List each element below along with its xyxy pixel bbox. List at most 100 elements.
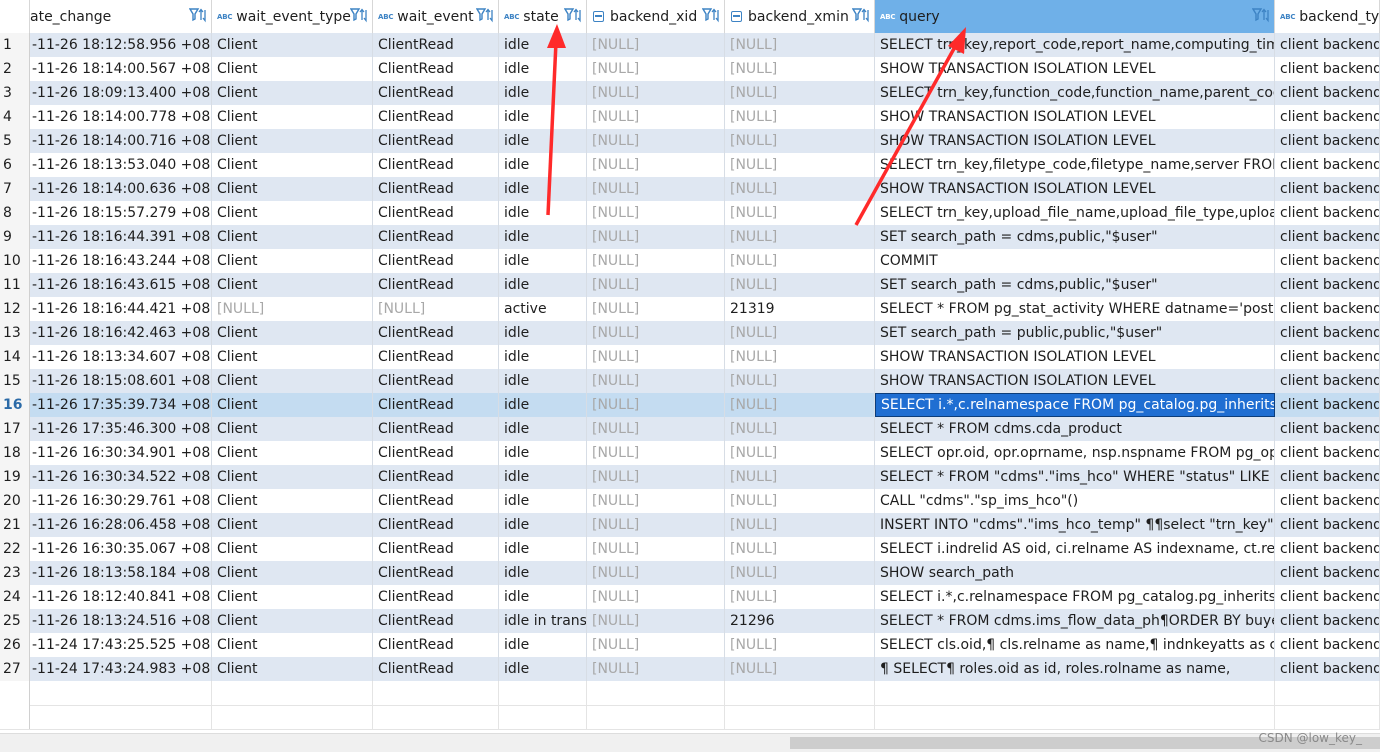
cell-ate-change[interactable]: -11-26 18:12:40.841 +0800 xyxy=(30,585,212,609)
filter-sort-icon[interactable] xyxy=(475,7,494,23)
corner-cell[interactable] xyxy=(0,0,30,33)
row-number[interactable]: 25 xyxy=(0,609,30,633)
cell-ate-change[interactable]: -11-26 18:12:58.956 +0800 xyxy=(30,33,212,57)
row-number[interactable]: 6 xyxy=(0,153,30,177)
cell-query[interactable]: SELECT trn_key,report_code,report_name,c… xyxy=(875,33,1275,57)
cell-wait-event-type[interactable]: Client xyxy=(212,633,373,657)
cell-wait-event[interactable]: [NULL] xyxy=(373,297,499,321)
cell-state[interactable]: idle xyxy=(499,585,587,609)
cell-wait-event-type[interactable]: Client xyxy=(212,585,373,609)
cell-query[interactable]: SHOW search_path xyxy=(875,561,1275,585)
cell-ate-change[interactable]: -11-26 16:30:29.761 +0800 xyxy=(30,489,212,513)
cell-wait-event[interactable]: ClientRead xyxy=(373,33,499,57)
cell-wait-event[interactable]: ClientRead xyxy=(373,345,499,369)
cell-backend-xmin[interactable]: [NULL] xyxy=(725,513,875,537)
cell-backend-xid[interactable]: [NULL] xyxy=(587,129,725,153)
cell-backend-xmin[interactable]: [NULL] xyxy=(725,441,875,465)
cell-wait-event-type[interactable]: Client xyxy=(212,273,373,297)
cell-ate-change[interactable]: -11-26 18:16:44.391 +0800 xyxy=(30,225,212,249)
cell-backend-typ[interactable]: client backend xyxy=(1275,609,1380,633)
cell-wait-event-type[interactable]: Client xyxy=(212,417,373,441)
cell-backend-xmin[interactable]: [NULL] xyxy=(725,633,875,657)
cell-ate-change[interactable]: -11-26 18:13:34.607 +0800 xyxy=(30,345,212,369)
cell-backend-typ[interactable]: client backend xyxy=(1275,81,1380,105)
table-row[interactable]: -11-26 18:16:44.391 +0800 Client ClientRea… xyxy=(30,225,1380,249)
cell-backend-xid[interactable]: [NULL] xyxy=(587,345,725,369)
cell-wait-event-type[interactable]: Client xyxy=(212,57,373,81)
cell-backend-xid[interactable]: [NULL] xyxy=(587,417,725,441)
cell-backend-xid[interactable]: [NULL] xyxy=(587,297,725,321)
cell-wait-event-type[interactable]: Client xyxy=(212,81,373,105)
table-row[interactable]: -11-26 17:35:39.734 +0800 Client ClientRea… xyxy=(30,393,1380,417)
row-number[interactable]: 23 xyxy=(0,561,30,585)
cell-wait-event-type[interactable]: Client xyxy=(212,129,373,153)
cell-wait-event-type[interactable]: Client xyxy=(212,489,373,513)
cell-query[interactable]: SELECT trn_key,filetype_code,filetype_na… xyxy=(875,153,1275,177)
cell-backend-xmin[interactable]: [NULL] xyxy=(725,321,875,345)
cell-wait-event[interactable]: ClientRead xyxy=(373,81,499,105)
column-header-wait-event-type[interactable]: ABC wait_event_type xyxy=(212,0,373,33)
cell-wait-event-type[interactable]: Client xyxy=(212,561,373,585)
cell-backend-xid[interactable]: [NULL] xyxy=(587,249,725,273)
cell-backend-xmin[interactable]: [NULL] xyxy=(725,537,875,561)
cell-backend-typ[interactable]: client backend xyxy=(1275,417,1380,441)
cell-ate-change[interactable]: -11-24 17:43:25.525 +0800 xyxy=(30,633,212,657)
cell-state[interactable]: idle in transa xyxy=(499,609,587,633)
cell-backend-typ[interactable]: client backend xyxy=(1275,537,1380,561)
cell-backend-xid[interactable]: [NULL] xyxy=(587,321,725,345)
cell-query[interactable]: SELECT i.*,c.relnamespace FROM pg_catalo… xyxy=(875,393,1275,417)
cell-wait-event-type[interactable]: Client xyxy=(212,249,373,273)
cell-backend-xmin[interactable]: [NULL] xyxy=(725,657,875,681)
cell-wait-event-type[interactable]: Client xyxy=(212,153,373,177)
column-header-state[interactable]: ABC state xyxy=(499,0,587,33)
cell-ate-change[interactable]: -11-26 16:28:06.458 +0800 xyxy=(30,513,212,537)
cell-query[interactable]: SHOW TRANSACTION ISOLATION LEVEL xyxy=(875,369,1275,393)
cell-backend-typ[interactable]: client backend xyxy=(1275,489,1380,513)
row-number[interactable]: 20 xyxy=(0,489,30,513)
cell-state[interactable]: idle xyxy=(499,345,587,369)
cell-ate-change[interactable]: -11-26 18:14:00.716 +0800 xyxy=(30,129,212,153)
table-row[interactable]: -11-24 17:43:25.525 +0800 Client ClientRea… xyxy=(30,633,1380,657)
cell-query[interactable]: SHOW TRANSACTION ISOLATION LEVEL xyxy=(875,177,1275,201)
cell-backend-typ[interactable]: client backend xyxy=(1275,249,1380,273)
cell-state[interactable]: idle xyxy=(499,177,587,201)
cell-ate-change[interactable]: -11-26 16:30:34.901 +0800 xyxy=(30,441,212,465)
cell-backend-xmin[interactable]: [NULL] xyxy=(725,249,875,273)
cell-ate-change[interactable]: -11-26 18:15:08.601 +0800 xyxy=(30,369,212,393)
row-number[interactable]: 21 xyxy=(0,513,30,537)
cell-state[interactable]: idle xyxy=(499,657,587,681)
cell-state[interactable]: idle xyxy=(499,465,587,489)
cell-wait-event-type[interactable]: Client xyxy=(212,33,373,57)
cell-backend-xid[interactable]: [NULL] xyxy=(587,201,725,225)
cell-query[interactable]: SELECT trn_key,function_code,function_na… xyxy=(875,81,1275,105)
cell-wait-event-type[interactable]: Client xyxy=(212,513,373,537)
cell-wait-event[interactable]: ClientRead xyxy=(373,201,499,225)
cell-backend-xid[interactable]: [NULL] xyxy=(587,489,725,513)
table-row[interactable]: -11-26 18:13:34.607 +0800 Client ClientRea… xyxy=(30,345,1380,369)
cell-wait-event[interactable]: ClientRead xyxy=(373,369,499,393)
cell-state[interactable]: idle xyxy=(499,225,587,249)
column-header-ate-change[interactable]: ABCate_change xyxy=(30,0,212,33)
cell-ate-change[interactable]: -11-26 18:14:00.636 +0800 xyxy=(30,177,212,201)
cell-wait-event[interactable]: ClientRead xyxy=(373,465,499,489)
cell-state[interactable]: idle xyxy=(499,81,587,105)
row-number[interactable]: 16 xyxy=(0,393,30,417)
cell-backend-xid[interactable]: [NULL] xyxy=(587,57,725,81)
cell-backend-typ[interactable]: client backend xyxy=(1275,657,1380,681)
cell-query[interactable]: SET search_path = cdms,public,"$user" xyxy=(875,273,1275,297)
cell-backend-xid[interactable]: [NULL] xyxy=(587,585,725,609)
cell-wait-event-type[interactable]: Client xyxy=(212,345,373,369)
cell-query[interactable]: SELECT cls.oid,¶ cls.relname as name,¶ i… xyxy=(875,633,1275,657)
table-row[interactable]: -11-26 18:12:40.841 +0800 Client ClientRea… xyxy=(30,585,1380,609)
cell-query[interactable]: SHOW TRANSACTION ISOLATION LEVEL xyxy=(875,105,1275,129)
cell-backend-xmin[interactable]: [NULL] xyxy=(725,273,875,297)
table-row[interactable]: -11-26 18:09:13.400 +0800 Client ClientRea… xyxy=(30,81,1380,105)
cell-wait-event-type[interactable]: Client xyxy=(212,609,373,633)
cell-state[interactable]: idle xyxy=(499,57,587,81)
table-row[interactable]: -11-26 16:30:34.522 +0800 Client ClientRea… xyxy=(30,465,1380,489)
table-row[interactable]: -11-26 16:28:06.458 +0800 Client ClientRea… xyxy=(30,513,1380,537)
cell-backend-xid[interactable]: [NULL] xyxy=(587,81,725,105)
cell-wait-event[interactable]: ClientRead xyxy=(373,393,499,417)
cell-ate-change[interactable]: -11-24 17:43:24.983 +0800 xyxy=(30,657,212,681)
row-number[interactable]: 1 xyxy=(0,33,30,57)
